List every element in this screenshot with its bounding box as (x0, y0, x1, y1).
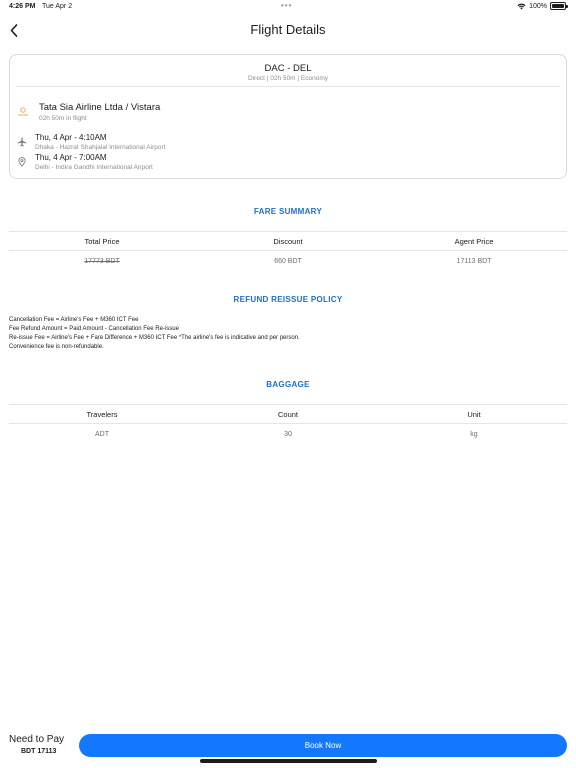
airline-name: Tata Sia Airline Ltda / Vistara (39, 102, 161, 113)
need-to-pay-label: Need to Pay (9, 734, 65, 745)
baggage-table-header: Travelers Count Unit (9, 404, 567, 424)
airplane-icon (17, 137, 27, 147)
fare-header-total: Total Price (84, 236, 120, 246)
refund-policy-title: REFUND REISSUE POLICY (233, 295, 343, 304)
policy-line: Re-issue Fee = Airline's Fee + Fare Diff… (9, 335, 300, 341)
airline-logo-icon (18, 107, 28, 116)
policy-line: Convenience fee is non-refundable. (9, 344, 104, 350)
card-divider (16, 86, 560, 87)
fare-table: Total Price Discount Agent Price 17773 B… (9, 231, 567, 271)
nav-header: Flight Details (0, 18, 576, 42)
flight-card: DAC - DEL Direct | 02h 50m | Economy Tat… (9, 54, 567, 179)
status-indicators: 100% (517, 2, 568, 10)
baggage-header-count: Count (277, 409, 298, 419)
battery-icon (550, 2, 568, 10)
status-date: Tue Apr 2 (42, 3, 73, 10)
arrival-airport: Delhi - Indira Gandhi International Airp… (35, 164, 153, 171)
flight-duration: 02h 50m in flight (39, 115, 87, 122)
table-row: ADT 30 kg (9, 424, 567, 444)
baggage-header-travelers: Travelers (86, 409, 118, 419)
baggage-title: BAGGAGE (266, 380, 310, 389)
battery-percent: 100% (529, 2, 547, 10)
fare-table-header: Total Price Discount Agent Price (9, 231, 567, 251)
refund-policy-text: Cancellation Fee = Airline's Fee + M360 … (9, 316, 569, 352)
status-bar: 4:26 PM Tue Apr 2 ••• 100% (0, 0, 576, 14)
table-row: 17773 BDT 660 BDT 17113 BDT (9, 251, 567, 271)
wifi-icon (517, 3, 526, 9)
fare-discount: 660 BDT (274, 257, 302, 265)
fare-total-price: 17773 BDT (84, 257, 120, 265)
home-indicator[interactable] (200, 759, 377, 763)
route-subtitle: Direct | 02h 50m | Economy (248, 75, 328, 82)
page-title: Flight Details (250, 22, 326, 37)
book-now-button[interactable]: Book Now (79, 734, 567, 757)
departure-airport: Dhaka - Hazrat Shahjalal International A… (35, 144, 166, 151)
fare-summary-title: FARE SUMMARY (253, 207, 323, 216)
policy-line: Fee Refund Amount = Paid Amount - Cancel… (9, 326, 179, 332)
policy-line: Cancellation Fee = Airline's Fee + M360 … (9, 317, 139, 323)
status-time: 4:26 PM (9, 3, 36, 10)
fare-agent-price: 17113 BDT (456, 257, 492, 265)
fare-header-discount: Discount (273, 236, 303, 246)
baggage-table: Travelers Count Unit ADT 30 kg (9, 404, 567, 444)
baggage-count: 30 (284, 430, 292, 438)
departure-time: Thu, 4 Apr - 4:10AM (35, 133, 107, 142)
baggage-traveler: ADT (95, 430, 109, 438)
fare-header-agent: Agent Price (454, 236, 494, 246)
arrival-time: Thu, 4 Apr - 7:00AM (35, 153, 107, 162)
baggage-unit: kg (470, 430, 478, 438)
multitasking-dots-icon[interactable]: ••• (281, 1, 292, 10)
location-pin-icon (18, 157, 26, 167)
baggage-header-unit: Unit (467, 409, 481, 419)
need-to-pay-amount: BDT 17113 (21, 748, 57, 755)
route-title: DAC - DEL (264, 63, 312, 74)
